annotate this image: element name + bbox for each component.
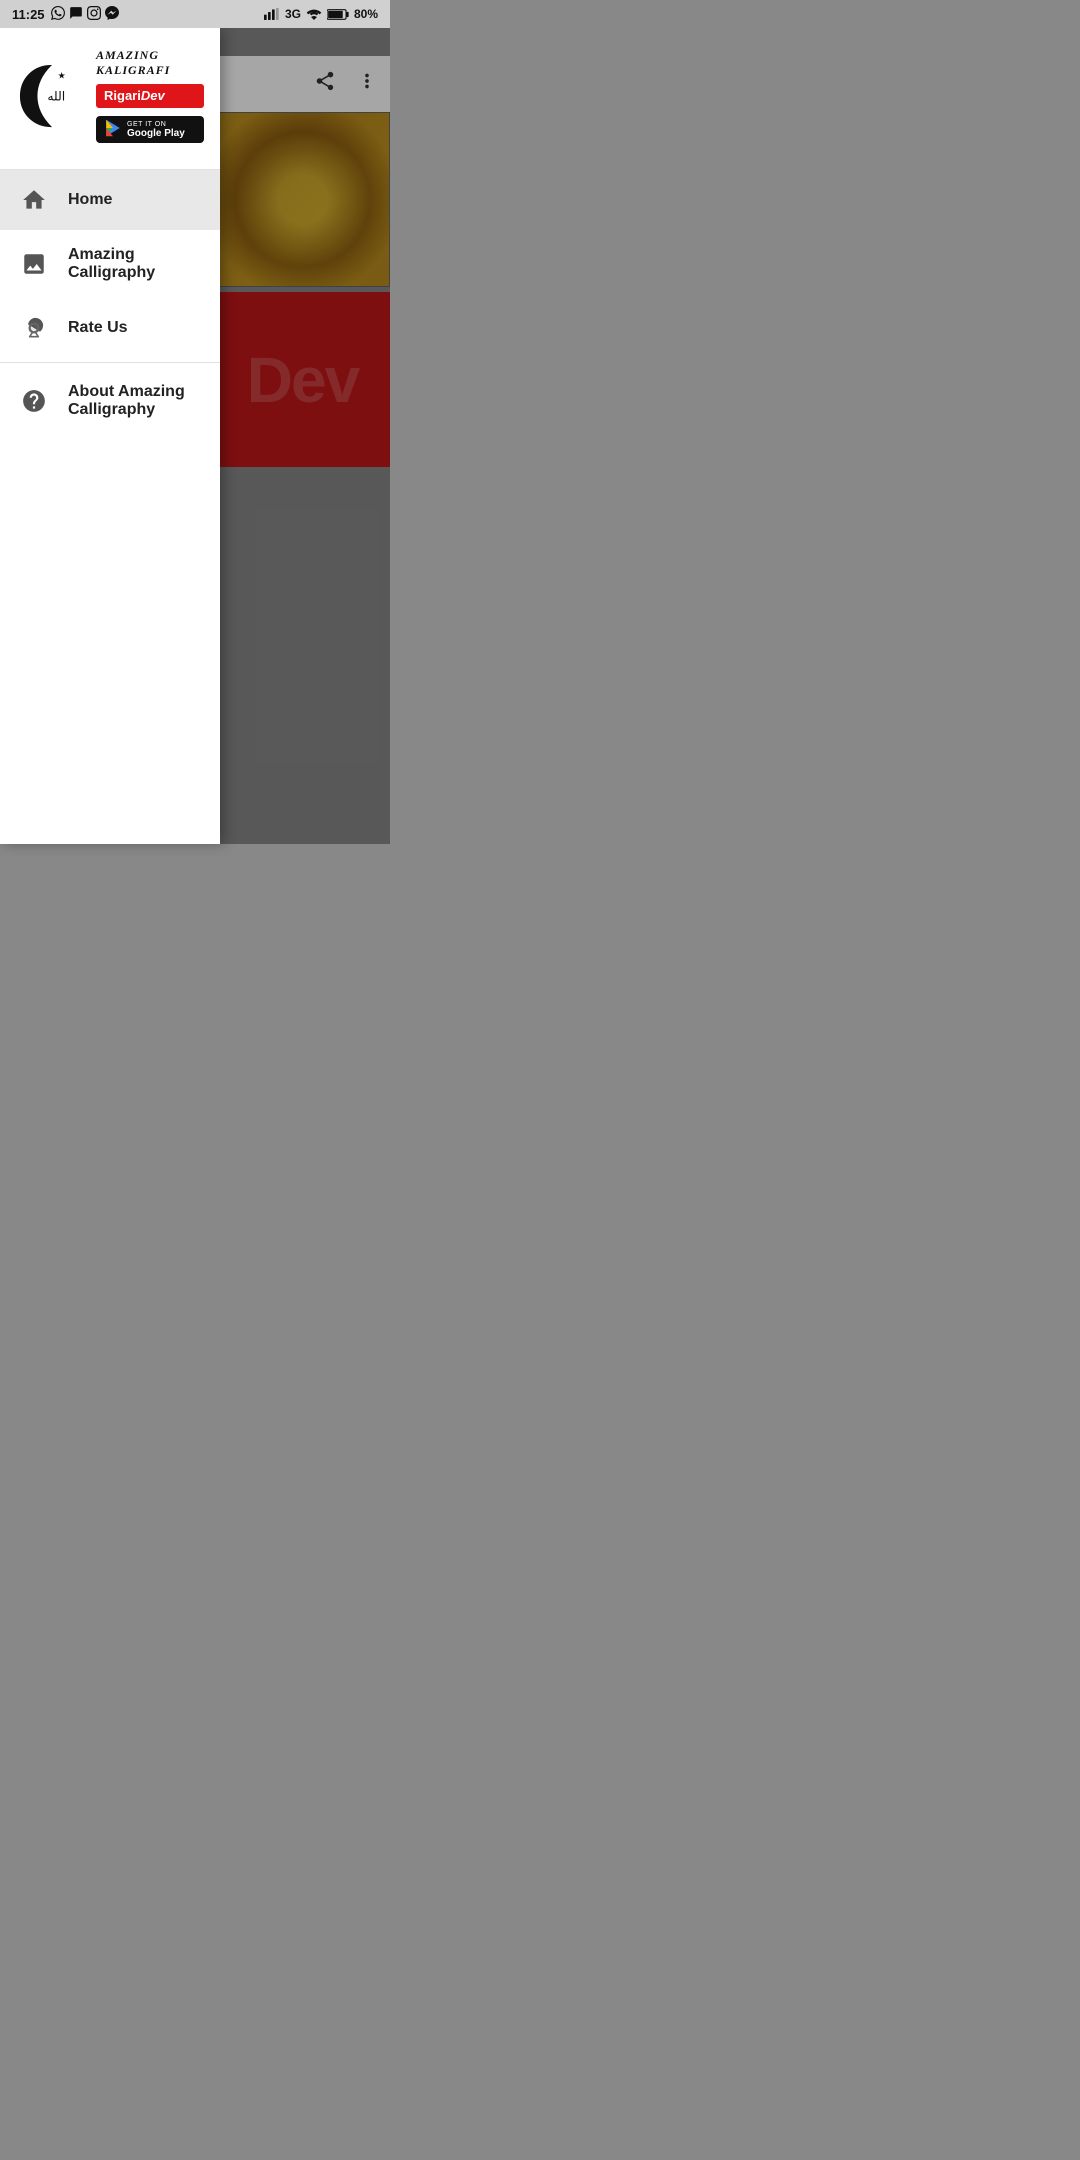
svg-text:الله: الله: [47, 89, 65, 103]
menu-item-home[interactable]: Home: [0, 170, 220, 230]
menu-label-about: About Amazing Calligraphy: [68, 383, 200, 419]
navigation-drawer: ★ الله AMAZING KALIGRAFI RigariDev: [0, 28, 220, 844]
google-play-badge[interactable]: GET IT ON Google Play: [96, 116, 204, 143]
menu-label-home: Home: [68, 191, 112, 209]
drawer-header: ★ الله AMAZING KALIGRAFI RigariDev: [0, 28, 220, 170]
drawer-menu: Home Amazing Calligraphy Rate Us About A…: [0, 170, 220, 844]
status-time: 11:25: [12, 7, 45, 22]
help-icon: [20, 387, 48, 415]
menu-item-rate-us[interactable]: Rate Us: [0, 298, 220, 358]
battery-level: 80%: [354, 7, 378, 21]
play-triangle-icon: [104, 119, 122, 140]
network-type: 3G: [285, 7, 301, 21]
svg-text:★: ★: [58, 70, 66, 80]
drawer-logo-row: ★ الله AMAZING KALIGRAFI RigariDev: [16, 48, 204, 143]
android-icon: [20, 314, 48, 342]
image-icon: [20, 250, 48, 278]
chat-icon: [69, 6, 83, 23]
menu-item-about[interactable]: About Amazing Calligraphy: [0, 367, 220, 435]
play-store-text: GET IT ON Google Play: [127, 121, 185, 139]
app-name-column: AMAZING KALIGRAFI RigariDev GET: [96, 48, 204, 143]
menu-divider: [0, 362, 220, 363]
google-play-text: Google Play: [127, 128, 185, 139]
menu-label-rate-us: Rate Us: [68, 319, 128, 337]
menu-label-amazing-calligraphy: Amazing Calligraphy: [68, 246, 200, 282]
get-it-on-text: GET IT ON: [127, 121, 185, 128]
messenger-icon: [105, 6, 119, 23]
status-icons: [51, 6, 119, 23]
whatsapp-icon: [51, 6, 65, 23]
home-icon: [20, 186, 48, 214]
signal-icon: [264, 7, 280, 21]
app-title: AMAZING KALIGRAFI: [96, 48, 204, 78]
rigari-badge: RigariDev: [96, 84, 204, 108]
status-bar: 11:25 3G: [0, 0, 390, 28]
status-right: 3G 80%: [264, 7, 378, 21]
battery-icon: [327, 8, 349, 21]
dev-text: Dev: [141, 88, 165, 103]
rigari-text: RigariDev: [104, 88, 165, 103]
instagram-icon: [87, 6, 101, 23]
menu-item-amazing-calligraphy[interactable]: Amazing Calligraphy: [0, 230, 220, 298]
app-logo: ★ الله: [16, 61, 86, 131]
wifi-icon: [306, 7, 322, 21]
